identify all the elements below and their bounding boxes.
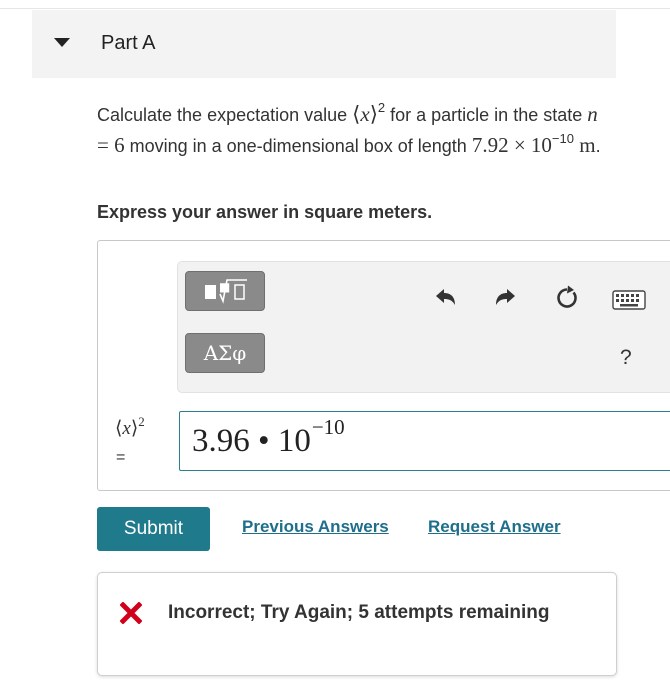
answer-var-exponent: 2 xyxy=(138,414,145,429)
answer-equals-sign: = xyxy=(116,449,126,466)
previous-answers-link[interactable]: Previous Answers xyxy=(242,517,389,537)
reset-icon[interactable] xyxy=(554,285,580,311)
answer-base: 10 xyxy=(277,422,311,459)
question-text-2: for a particle in the state xyxy=(385,105,588,125)
question-math-exponent: 2 xyxy=(377,100,386,115)
answer-mantissa: 3.96 xyxy=(192,422,250,459)
question-length-mantissa: 7.92 × 10 xyxy=(471,133,552,157)
question-math-n: n xyxy=(587,102,598,126)
part-title: Part A xyxy=(101,32,156,54)
question-length-exponent: −10 xyxy=(551,131,574,146)
answer-panel: ■ ΑΣφ ? ⟨x⟩2 = 3.96 • 10 −10 xyxy=(97,240,670,491)
answer-var-x: x xyxy=(122,418,131,439)
question-math-var: x xyxy=(360,102,370,126)
question-length-unit: m xyxy=(573,133,596,157)
question-text-1: Calculate the expectation value xyxy=(97,105,353,125)
question-text-3: moving in a one-dimensional box of lengt… xyxy=(124,136,472,156)
part-header: Part A xyxy=(32,10,616,78)
answer-multiply-dot: • xyxy=(249,422,278,459)
greek-symbols-button[interactable]: ΑΣφ xyxy=(185,333,265,373)
templates-button[interactable]: ■ xyxy=(185,271,265,311)
math-toolbar: ■ ΑΣφ ? xyxy=(177,261,670,393)
answer-instruction: Express your answer in square meters. xyxy=(97,202,433,222)
question-text: Calculate the expectation value ⟨x⟩2 for… xyxy=(97,100,607,162)
templates-icon: ■ xyxy=(205,279,247,304)
answer-variable-label: ⟨x⟩2 xyxy=(115,414,145,440)
feedback-panel: Incorrect; Try Again; 5 attempts remaini… xyxy=(97,572,617,676)
undo-icon[interactable] xyxy=(432,286,458,308)
answer-exponent: −10 xyxy=(311,414,345,439)
question-math-n-value: = 6 xyxy=(97,133,125,157)
submit-button[interactable]: Submit xyxy=(97,507,210,551)
top-divider xyxy=(0,8,670,9)
request-answer-link[interactable]: Request Answer xyxy=(428,517,561,537)
keyboard-icon[interactable] xyxy=(612,290,646,310)
help-button[interactable]: ? xyxy=(620,346,632,370)
redo-icon[interactable] xyxy=(493,286,519,308)
answer-input[interactable]: 3.96 • 10 −10 xyxy=(179,411,670,471)
triangle-down-icon[interactable] xyxy=(54,38,70,47)
question-math-ket: ⟩ xyxy=(369,102,378,126)
feedback-message: Incorrect; Try Again; 5 attempts remaini… xyxy=(168,602,550,623)
question-text-4: . xyxy=(595,136,601,156)
